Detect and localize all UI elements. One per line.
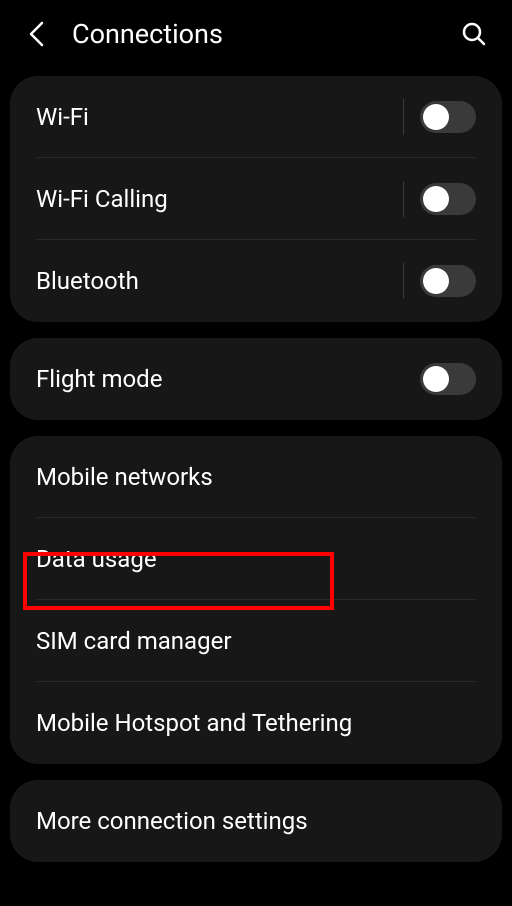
row-data-usage[interactable]: Data usage xyxy=(10,518,502,600)
row-label: Wi-Fi Calling xyxy=(36,185,403,213)
row-label: Bluetooth xyxy=(36,267,403,295)
row-label: SIM card manager xyxy=(36,627,476,655)
wifi-calling-toggle[interactable] xyxy=(420,183,476,215)
row-sim-card-manager[interactable]: SIM card manager xyxy=(10,600,502,682)
row-label: Data usage xyxy=(36,545,476,573)
row-more-connection-settings[interactable]: More connection settings xyxy=(10,780,502,862)
section-wireless: Wi-Fi Wi-Fi Calling Bluetooth xyxy=(10,76,502,322)
section-flight: Flight mode xyxy=(10,338,502,420)
back-icon[interactable] xyxy=(24,22,48,46)
toggle-knob xyxy=(423,268,449,294)
row-mobile-networks[interactable]: Mobile networks xyxy=(10,436,502,518)
row-label: More connection settings xyxy=(36,807,476,835)
toggle-knob xyxy=(423,366,449,392)
row-wifi[interactable]: Wi-Fi xyxy=(10,76,502,158)
page-title: Connections xyxy=(72,18,460,50)
header: Connections xyxy=(0,0,512,68)
divider xyxy=(403,181,404,217)
row-label: Flight mode xyxy=(36,365,420,393)
row-label: Wi-Fi xyxy=(36,103,403,131)
row-label: Mobile Hotspot and Tethering xyxy=(36,709,476,737)
section-more: More connection settings xyxy=(10,780,502,862)
row-label: Mobile networks xyxy=(36,463,476,491)
row-bluetooth[interactable]: Bluetooth xyxy=(10,240,502,322)
divider xyxy=(403,99,404,135)
toggle-knob xyxy=(423,186,449,212)
row-wifi-calling[interactable]: Wi-Fi Calling xyxy=(10,158,502,240)
bluetooth-toggle[interactable] xyxy=(420,265,476,297)
row-mobile-hotspot[interactable]: Mobile Hotspot and Tethering xyxy=(10,682,502,764)
toggle-knob xyxy=(423,104,449,130)
divider xyxy=(403,263,404,299)
flight-mode-toggle[interactable] xyxy=(420,363,476,395)
search-icon[interactable] xyxy=(460,20,488,48)
wifi-toggle[interactable] xyxy=(420,101,476,133)
row-flight-mode[interactable]: Flight mode xyxy=(10,338,502,420)
section-mobile: Mobile networks Data usage SIM card mana… xyxy=(10,436,502,764)
